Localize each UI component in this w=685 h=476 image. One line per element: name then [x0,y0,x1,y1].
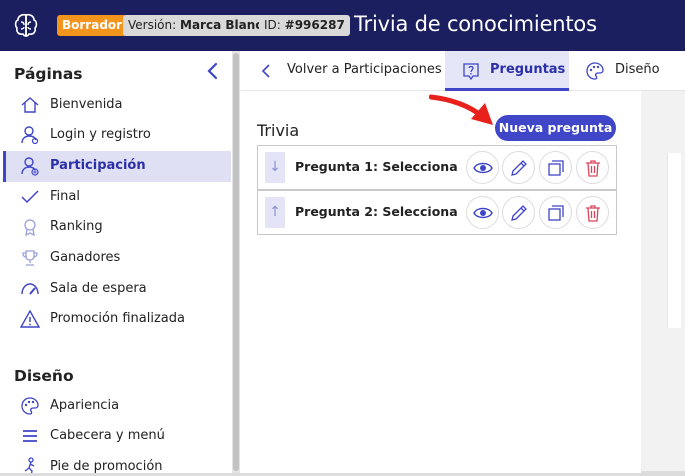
sidebar-item-login[interactable]: Login y registro [3,120,231,151]
pages-heading: Páginas [14,65,83,83]
palette-icon [586,62,604,80]
duplicate-button[interactable] [539,151,572,184]
sidebar-item-bienvenida[interactable]: Bienvenida [3,90,231,121]
section-title: Trivia [257,121,300,140]
pencil-icon [511,160,527,176]
tab-back-label: Volver a Participaciones [287,62,442,77]
chevron-left-icon [261,64,270,78]
trash-icon [586,205,600,222]
delete-button[interactable] [576,151,609,184]
sidebar-item-apariencia[interactable]: Apariencia [3,391,231,422]
version-label: Versión: [128,18,177,32]
move-down-handle[interactable]: ↓ [265,152,285,183]
sidebar-item-label: Promoción finalizada [50,311,185,326]
menu-icon [23,430,37,442]
sidebar-item-promocion-finalizada[interactable]: Promoción finalizada [3,304,231,335]
preview-canvas [667,153,681,328]
medal-icon [24,219,36,237]
copy-icon [548,205,564,221]
user-add-icon [21,157,39,176]
check-icon [21,190,39,204]
scrollbar-thumb[interactable] [233,53,239,471]
tab-questions[interactable]: Preguntas [445,51,569,91]
person-icon [24,457,35,473]
sidebar-item-label: Ranking [50,219,103,234]
red-arrow-annotation [429,94,493,125]
sidebar-scrollbar[interactable] [232,51,240,473]
design-heading: Diseño [14,367,74,385]
sidebar-item-label: Sala de espera [50,281,147,296]
sidebar-item-pie-promocion[interactable]: Pie de promoción [3,452,231,473]
version-value: Marca Blanca [180,18,271,32]
sidebar-item-label: Bienvenida [50,97,123,112]
id-label: ID: [264,18,281,32]
id-value: #996287 [284,18,345,32]
eye-icon [473,162,493,174]
user-icon [21,126,39,145]
preview-button[interactable] [466,196,499,229]
warning-icon [20,309,40,328]
duplicate-button[interactable] [539,196,572,229]
question-text: Pregunta 1: Selecciona la opción correct… [295,159,463,174]
question-text: Pregunta 2: Selecciona la opción correct… [295,204,463,219]
question-icon [463,63,479,81]
trash-icon [586,160,600,177]
move-up-handle[interactable]: ↑ [265,197,285,228]
preview-panel [641,91,685,473]
sidebar-item-label: Login y registro [50,127,151,142]
trophy-icon [22,250,38,266]
sidebar-item-sala-espera[interactable]: Sala de espera [3,274,231,305]
tab-design-label: Diseño [615,62,660,77]
sidebar-item-label: Final [50,189,80,204]
delete-button[interactable] [576,196,609,229]
main-panel: Volver a Participaciones Preguntas Diseñ… [241,51,685,473]
chevron-left-icon[interactable] [205,61,221,81]
tab-back[interactable]: Volver a Participaciones [241,51,444,91]
draft-badge: Borrador [57,15,128,36]
pencil-icon [511,205,527,221]
question-row[interactable]: ↓ Pregunta 1: Selecciona la opción corre… [257,145,617,190]
sidebar-item-ganadores[interactable]: Ganadores [3,243,231,274]
eye-icon [473,207,493,219]
id-badge: ID: #996287 [259,15,350,36]
question-row[interactable]: ↑ Pregunta 2: Selecciona la opción corre… [257,190,617,235]
sidebar-item-label: Participación [50,158,146,173]
copy-icon [548,160,564,176]
sidebar-item-participacion[interactable]: Participación [3,151,231,182]
sidebar-item-final[interactable]: Final [3,182,231,213]
edit-button[interactable] [502,196,535,229]
preview-button[interactable] [466,151,499,184]
page-title: Trivia de conocimientos [354,12,597,36]
tab-design[interactable]: Diseño [570,51,660,91]
gauge-icon [21,283,39,295]
palette-icon [21,397,39,415]
sidebar-item-cabecera[interactable]: Cabecera y menú [3,421,231,452]
edit-button[interactable] [502,151,535,184]
new-question-button[interactable]: Nueva pregunta [495,115,616,141]
sidebar-item-label: Apariencia [50,398,120,413]
sidebar-item-label: Ganadores [50,250,121,265]
version-badge: Versión: Marca Blanca [123,15,276,36]
tab-questions-label: Preguntas [490,62,566,77]
sidebar-item-label: Cabecera y menú [50,428,165,443]
tab-bar: Volver a Participaciones Preguntas Diseñ… [241,51,685,91]
sidebar-item-label: Pie de promoción [50,459,163,473]
sidebar-item-ranking[interactable]: Ranking [3,212,231,243]
home-icon [21,97,39,113]
sidebar: Páginas Bienvenida Login y registro Part… [3,51,231,473]
brain-logo-icon [14,13,38,37]
top-bar: Borrador Versión: Marca Blanca ID: #9962… [0,0,685,51]
